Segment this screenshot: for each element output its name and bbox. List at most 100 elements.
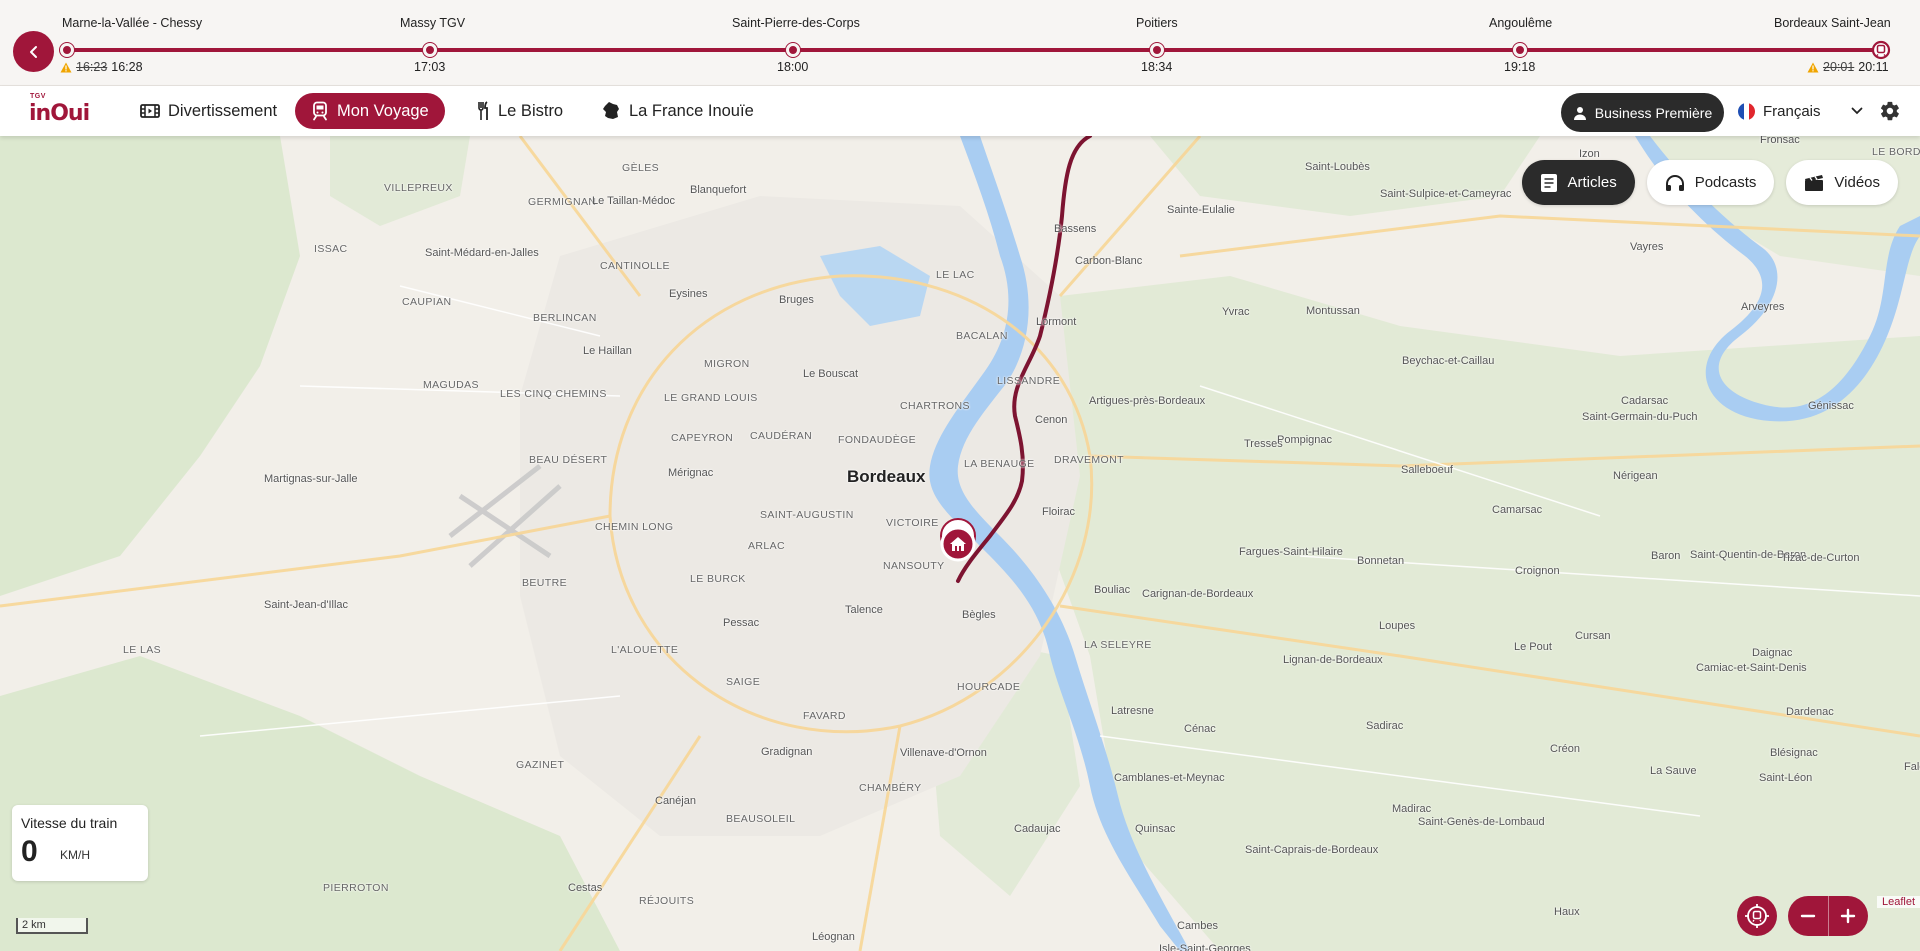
article-icon: [1540, 173, 1557, 192]
actual-time: 18:00: [777, 60, 809, 74]
map-label: Cadarsac: [1621, 395, 1669, 407]
map-label: Saint-Caprais-de-Bordeaux: [1245, 844, 1379, 856]
map-label: Saint-Léon: [1759, 772, 1813, 784]
zoom-controls: [1788, 896, 1868, 936]
speed-value: 0: [21, 835, 38, 868]
map-label: HOURCADE: [957, 681, 1021, 693]
map-label: MIGRON: [704, 358, 750, 370]
stop-name: Angoulême: [1489, 16, 1553, 30]
map-label: Sadirac: [1366, 720, 1404, 732]
map-label: Montussan: [1306, 305, 1360, 317]
language-selector[interactable]: Français: [1738, 96, 1863, 126]
map-label: LE LAC: [936, 269, 975, 281]
actual-time: 20:11: [1858, 60, 1889, 74]
map-label: MAGUDAS: [423, 379, 479, 391]
map-label: GÈLES: [622, 162, 660, 174]
map-label: GERMIGNAN: [528, 196, 597, 208]
cutlery-icon: [478, 101, 488, 120]
scheduled-time: 16:23: [76, 60, 108, 74]
map-label: Lormont: [1036, 316, 1077, 328]
map-label: Tizac-de-Curton: [1781, 552, 1860, 564]
map-label: LE BURCK: [690, 573, 746, 585]
stop-dot: [1513, 43, 1527, 57]
chevron-left-icon: [29, 45, 37, 58]
map-label: Villenave-d'Ornon: [900, 747, 987, 759]
map-label: Loupes: [1379, 620, 1416, 632]
map-label: Sainte-Eulalie: [1167, 204, 1235, 216]
map-attribution-link[interactable]: Leaflet: [1876, 896, 1920, 908]
headphones-icon: [1665, 174, 1684, 191]
map-label: LA SELEYRE: [1084, 639, 1152, 651]
nav-label: La France Inouïe: [629, 101, 754, 120]
map-label: Isle-Saint-Georges: [1159, 943, 1251, 951]
map-label: Cambes: [1177, 920, 1218, 932]
map-label: Saint-Jean-d'Illac: [264, 599, 349, 611]
content-tabs: Articles Podcasts Vidéos: [1521, 160, 1898, 205]
chevron-down-icon: [1851, 107, 1862, 115]
tab-videos[interactable]: Vidéos: [1786, 160, 1898, 205]
stop-dot: [60, 43, 74, 57]
journey-progress-bar: Marne-la-Vallée - Chessy 16:23 16:28 Mas…: [0, 0, 1920, 86]
tgv-inoui-logo[interactable]: TGV inOui: [29, 92, 90, 128]
map-label: CAUDÉRAN: [750, 430, 813, 442]
nav-le-bistro[interactable]: Le Bistro: [460, 93, 579, 129]
tab-label: Articles: [1567, 174, 1617, 191]
map-label: RÉJOUITS: [639, 895, 695, 907]
tab-articles[interactable]: Articles: [1521, 160, 1635, 205]
stop-dot: [786, 43, 800, 57]
map-label: Croignon: [1515, 565, 1560, 577]
map-view[interactable]: GÈLES Blanquefort VILLEPREUX GERMIGNAN L…: [0, 136, 1920, 951]
map-label: Cenon: [1035, 414, 1068, 426]
map-label: Baron: [1651, 550, 1681, 562]
map-label: Le Pout: [1514, 641, 1552, 653]
map-label: CAPEYRON: [671, 432, 734, 444]
actual-time: 16:28: [111, 60, 143, 74]
map-label: La Sauve: [1650, 765, 1697, 777]
nav-la-france-inouie[interactable]: La France Inouïe: [585, 93, 770, 129]
map-label: Mérignac: [668, 467, 714, 479]
map-label: Izon: [1579, 148, 1600, 160]
zoom-out-button[interactable]: [1788, 896, 1828, 936]
speed-unit: KM/H: [60, 848, 90, 862]
map-label: Nérigean: [1613, 470, 1658, 482]
nav-mon-voyage[interactable]: Mon Voyage: [295, 93, 445, 129]
nav-divertissement[interactable]: Divertissement: [124, 93, 293, 129]
map-label: LE LAS: [123, 644, 162, 656]
zoom-in-button[interactable]: [1827, 896, 1869, 936]
map-label: LE GRAND LOUIS: [664, 392, 758, 404]
travel-class-badge[interactable]: Business Première: [1561, 93, 1724, 132]
map-label: Créon: [1550, 743, 1580, 755]
station-pin-icon[interactable]: [937, 518, 979, 566]
map-label: Carbon-Blanc: [1075, 255, 1143, 267]
stop-time: 20:01 20:11: [1807, 60, 1889, 74]
actual-time: 18:34: [1141, 60, 1173, 74]
stop-name: Marne-la-Vallée - Chessy: [62, 16, 203, 30]
france-flag-icon: [1738, 102, 1755, 120]
map-label: Bègles: [962, 609, 996, 621]
map-label: Léognan: [812, 931, 855, 943]
gear-icon[interactable]: [1879, 100, 1901, 122]
map-label: FAVARD: [803, 710, 846, 722]
map-scale: 2 km: [16, 918, 88, 934]
map-label: Quinsac: [1135, 823, 1176, 835]
map-label: Latresne: [1111, 705, 1154, 717]
nav-label: Mon Voyage: [337, 101, 429, 120]
map-label: Saint-Médard-en-Jalles: [425, 247, 539, 259]
tab-label: Podcasts: [1694, 174, 1757, 191]
map-label: Daignac: [1752, 647, 1793, 659]
tab-podcasts[interactable]: Podcasts: [1646, 160, 1775, 205]
map-label: Camarsac: [1492, 504, 1543, 516]
map-label: Le Bouscat: [803, 368, 859, 380]
locate-train-button[interactable]: [1737, 896, 1777, 936]
map-label: BERLINCAN: [533, 312, 597, 324]
back-button[interactable]: [13, 31, 54, 72]
map-label: Bouliac: [1094, 584, 1131, 596]
map-label: Fronsac: [1760, 136, 1800, 146]
map-label: FONDAUDÈGE: [838, 434, 917, 446]
nav-label: Le Bistro: [498, 101, 564, 120]
warning-icon: [60, 62, 72, 72]
tab-label: Vidéos: [1834, 174, 1880, 191]
warning-icon: [1807, 62, 1819, 72]
minus-icon: [1800, 914, 1815, 918]
nav-label: Divertissement: [168, 101, 278, 120]
